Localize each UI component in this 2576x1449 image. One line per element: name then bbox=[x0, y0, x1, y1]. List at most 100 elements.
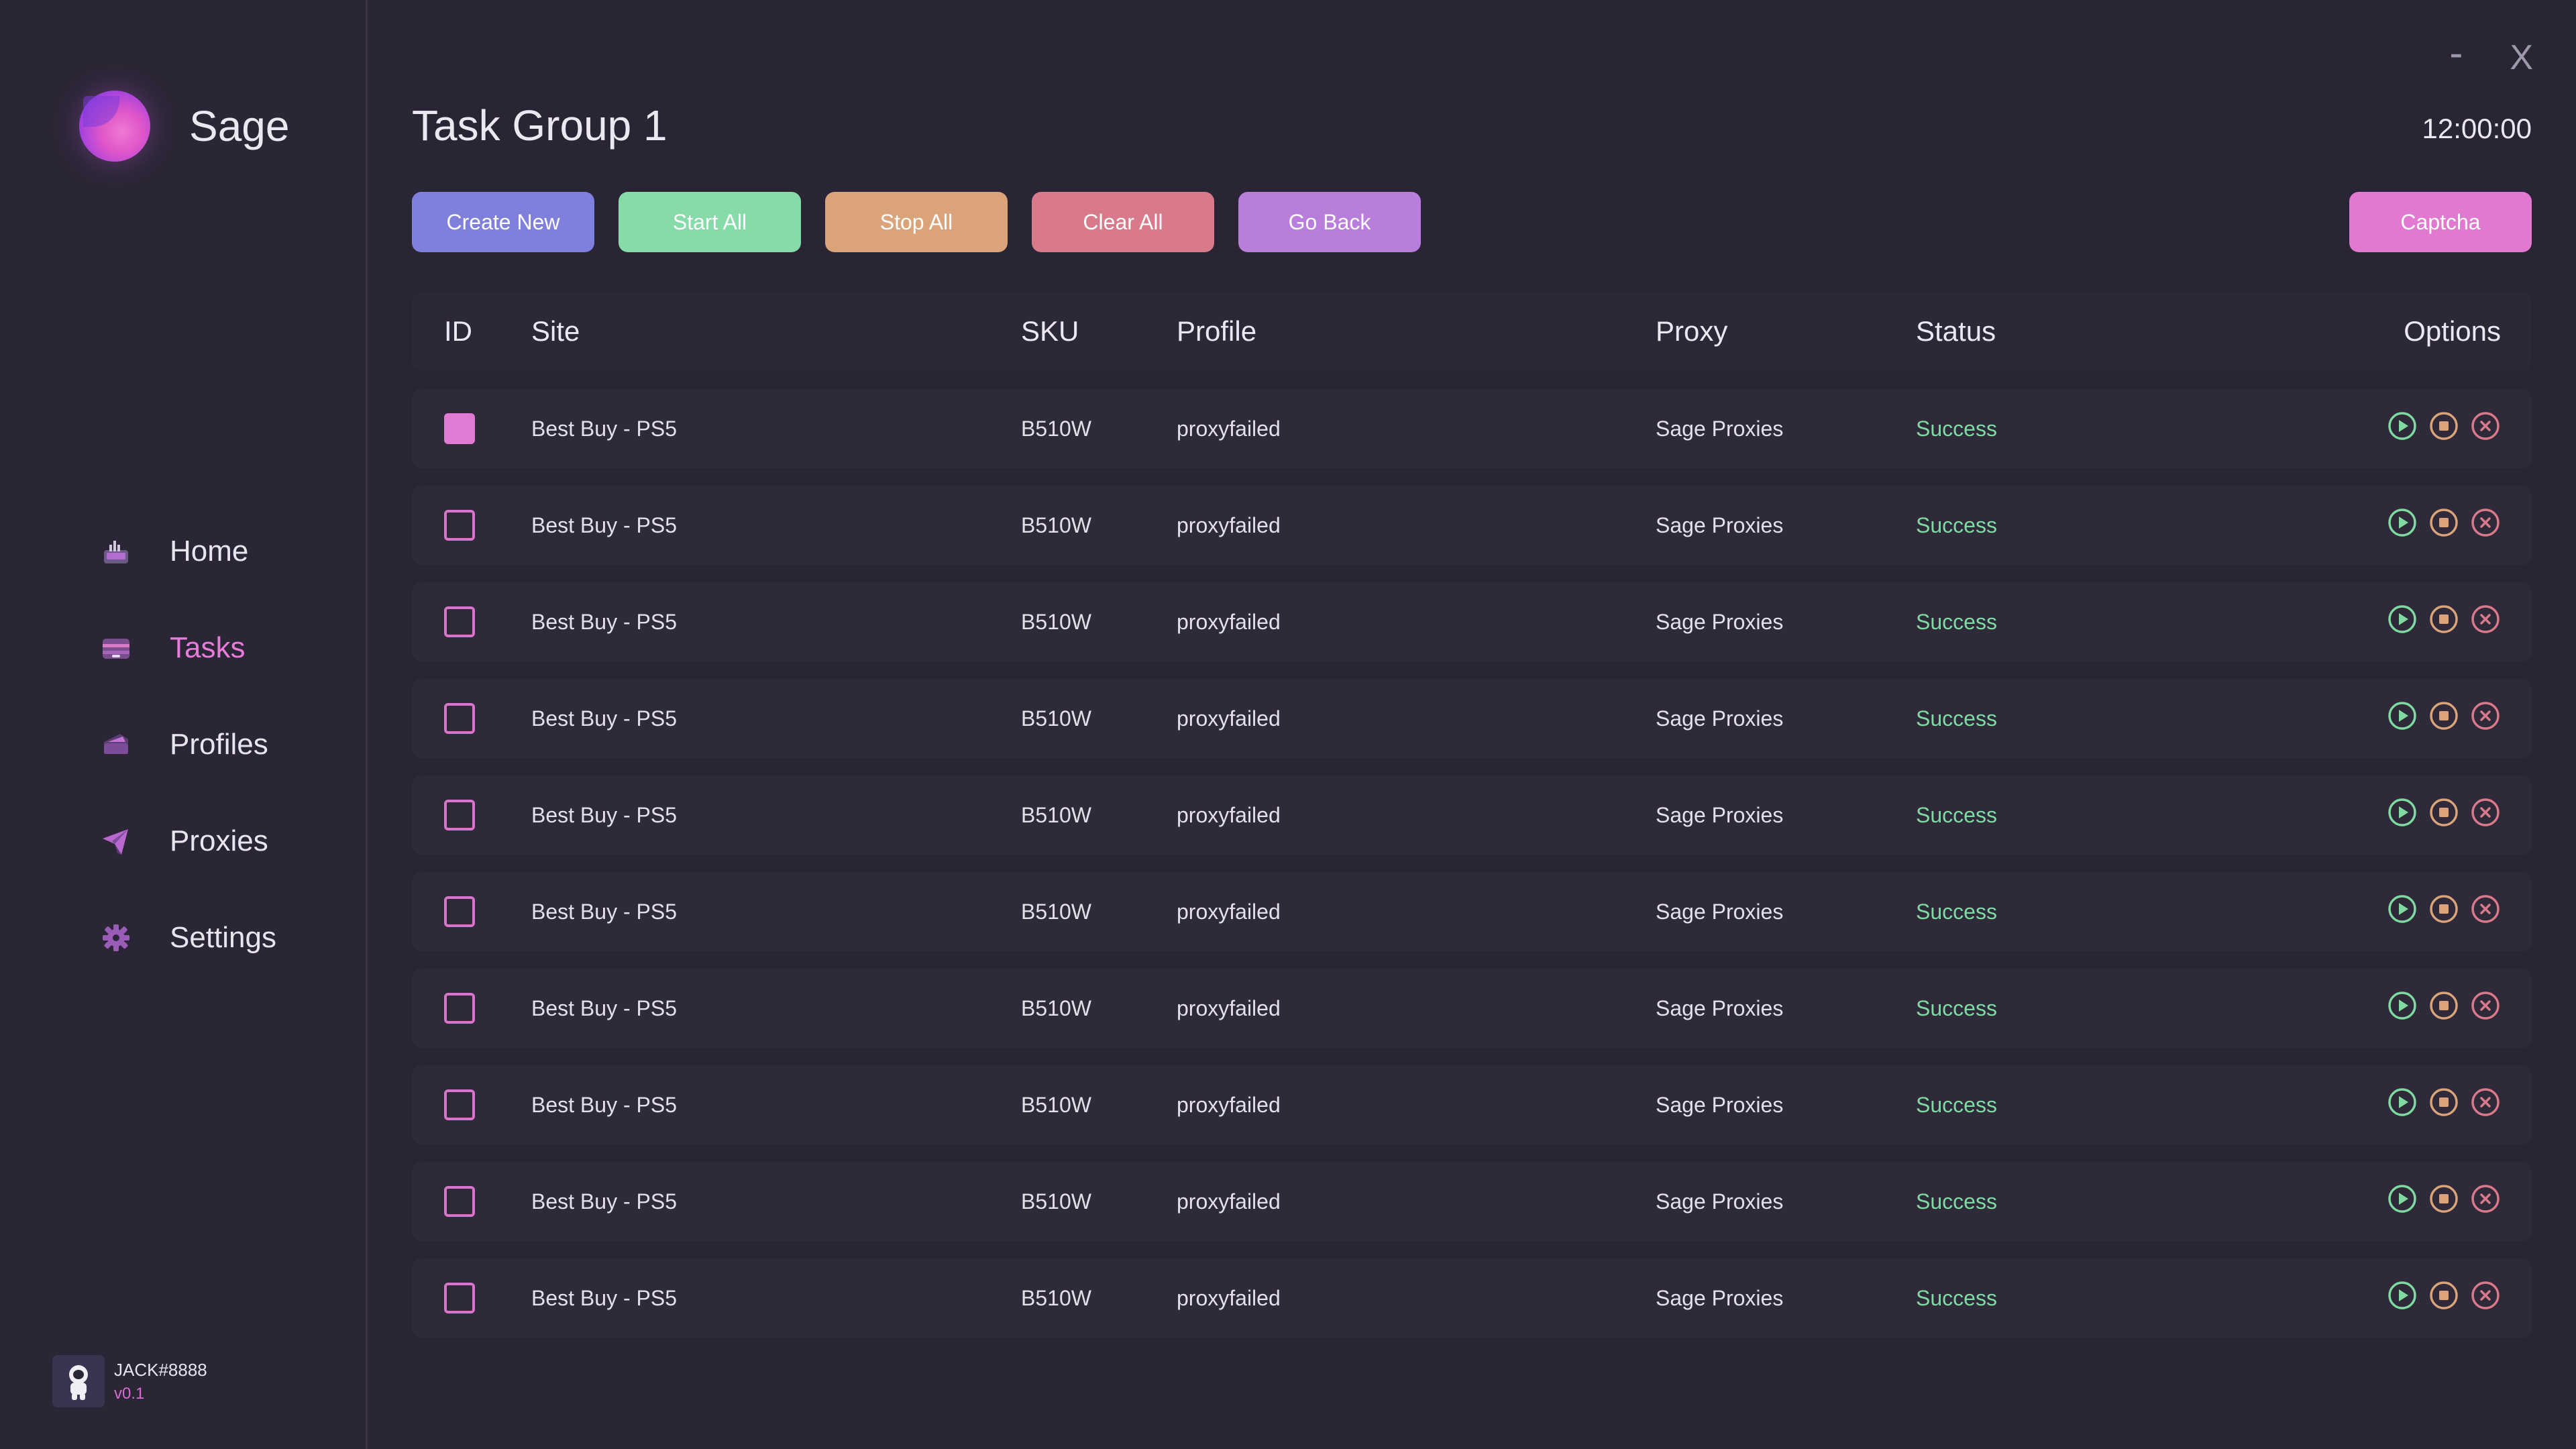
options-cell bbox=[2305, 411, 2532, 447]
play-icon[interactable] bbox=[2387, 411, 2418, 441]
status-badge: Success bbox=[1916, 1092, 1997, 1117]
proxy-cell: Sage Proxies bbox=[1656, 416, 1784, 441]
row-checkbox[interactable] bbox=[444, 1186, 475, 1217]
table-row[interactable]: Best Buy - PS5 B510W proxyfailed Sage Proxi… bbox=[412, 679, 2532, 758]
table-row[interactable]: Best Buy - PS5 B510W proxyfailed Sage Proxi… bbox=[412, 1258, 2532, 1338]
table-row[interactable]: Best Buy - PS5 B510W proxyfailed Sage Proxi… bbox=[412, 775, 2532, 855]
avatar[interactable] bbox=[52, 1355, 105, 1407]
row-checkbox[interactable] bbox=[444, 510, 475, 541]
options-cell bbox=[2305, 990, 2532, 1026]
page-title: Task Group 1 bbox=[412, 101, 667, 150]
captcha-button[interactable]: Captcha bbox=[2349, 192, 2532, 252]
site-cell: Best Buy - PS5 bbox=[531, 802, 677, 827]
row-checkbox[interactable] bbox=[444, 896, 475, 927]
stop-icon[interactable] bbox=[2428, 507, 2459, 538]
stop-icon[interactable] bbox=[2428, 1087, 2459, 1118]
stop-icon[interactable] bbox=[2428, 1183, 2459, 1214]
table-row[interactable]: Best Buy - PS5 B510W proxyfailed Sage Proxi… bbox=[412, 389, 2532, 468]
row-checkbox[interactable] bbox=[444, 606, 475, 637]
close-button[interactable]: X bbox=[2510, 40, 2533, 75]
sidebar-item-profiles[interactable]: Profiles bbox=[97, 696, 276, 793]
play-icon[interactable] bbox=[2387, 604, 2418, 635]
sku-cell: B510W bbox=[1021, 802, 1091, 827]
column-header-sku[interactable]: SKU bbox=[1021, 315, 1177, 347]
sidebar-item-proxies[interactable]: Proxies bbox=[97, 793, 276, 890]
row-checkbox[interactable] bbox=[444, 800, 475, 830]
play-icon[interactable] bbox=[2387, 1183, 2418, 1214]
delete-icon[interactable] bbox=[2470, 1087, 2501, 1118]
stop-icon[interactable] bbox=[2428, 1280, 2459, 1311]
options-cell bbox=[2305, 1280, 2532, 1316]
table-row[interactable]: Best Buy - PS5 B510W proxyfailed Sage Proxi… bbox=[412, 1162, 2532, 1241]
row-checkbox[interactable] bbox=[444, 703, 475, 734]
play-icon[interactable] bbox=[2387, 1280, 2418, 1311]
table-row[interactable]: Best Buy - PS5 B510W proxyfailed Sage Proxi… bbox=[412, 969, 2532, 1048]
column-header-status[interactable]: Status bbox=[1916, 315, 2305, 347]
status-badge: Success bbox=[1916, 996, 1997, 1020]
play-icon[interactable] bbox=[2387, 990, 2418, 1021]
column-header-profile[interactable]: Profile bbox=[1177, 315, 1656, 347]
table-row[interactable]: Best Buy - PS5 B510W proxyfailed Sage Proxi… bbox=[412, 872, 2532, 951]
astronaut-icon bbox=[69, 1365, 88, 1400]
proxy-cell: Sage Proxies bbox=[1656, 1092, 1784, 1117]
stop-icon[interactable] bbox=[2428, 604, 2459, 635]
status-badge: Success bbox=[1916, 706, 1997, 731]
stop-icon[interactable] bbox=[2428, 411, 2459, 441]
play-icon[interactable] bbox=[2387, 1087, 2418, 1118]
sidebar-item-home[interactable]: Home bbox=[97, 503, 276, 600]
app-name: Sage bbox=[189, 102, 290, 150]
proxy-cell: Sage Proxies bbox=[1656, 802, 1784, 827]
row-checkbox[interactable] bbox=[444, 1283, 475, 1313]
row-checkbox[interactable] bbox=[444, 413, 475, 444]
sidebar-item-label: Home bbox=[170, 535, 249, 568]
table-header: ID Site SKU Profile Proxy Status Options bbox=[412, 292, 2532, 370]
create-new-button[interactable]: Create New bbox=[412, 192, 594, 252]
clear-all-button[interactable]: Clear All bbox=[1032, 192, 1214, 252]
site-cell: Best Buy - PS5 bbox=[531, 416, 677, 441]
start-all-button[interactable]: Start All bbox=[619, 192, 801, 252]
profiles-icon bbox=[97, 726, 135, 763]
column-header-id[interactable]: ID bbox=[412, 315, 531, 347]
stop-all-button[interactable]: Stop All bbox=[825, 192, 1008, 252]
clock: 12:00:00 bbox=[2422, 113, 2532, 144]
delete-icon[interactable] bbox=[2470, 507, 2501, 538]
stop-icon[interactable] bbox=[2428, 700, 2459, 731]
status-cell: Success bbox=[1916, 706, 2305, 731]
table-row[interactable]: Best Buy - PS5 B510W proxyfailed Sage Proxi… bbox=[412, 1065, 2532, 1144]
delete-icon[interactable] bbox=[2470, 797, 2501, 828]
stop-icon[interactable] bbox=[2428, 894, 2459, 924]
sku-cell: B510W bbox=[1021, 1189, 1091, 1214]
go-back-button[interactable]: Go Back bbox=[1238, 192, 1421, 252]
play-icon[interactable] bbox=[2387, 797, 2418, 828]
brand: Sage bbox=[79, 91, 289, 162]
play-icon[interactable] bbox=[2387, 507, 2418, 538]
sidebar-item-settings[interactable]: Settings bbox=[97, 890, 276, 986]
delete-icon[interactable] bbox=[2470, 411, 2501, 441]
table-row[interactable]: Best Buy - PS5 B510W proxyfailed Sage Proxi… bbox=[412, 486, 2532, 565]
sku-cell: B510W bbox=[1021, 513, 1091, 537]
table-row[interactable]: Best Buy - PS5 B510W proxyfailed Sage Proxi… bbox=[412, 582, 2532, 661]
row-checkbox[interactable] bbox=[444, 1089, 475, 1120]
stop-icon[interactable] bbox=[2428, 990, 2459, 1021]
column-header-site[interactable]: Site bbox=[531, 315, 1021, 347]
delete-icon[interactable] bbox=[2470, 894, 2501, 924]
row-select-cell bbox=[412, 1186, 531, 1217]
column-header-proxy[interactable]: Proxy bbox=[1656, 315, 1916, 347]
play-icon[interactable] bbox=[2387, 894, 2418, 924]
delete-icon[interactable] bbox=[2470, 1183, 2501, 1214]
sidebar-item-tasks[interactable]: Tasks bbox=[97, 600, 276, 696]
minimize-button[interactable]: - bbox=[2449, 33, 2463, 73]
delete-icon[interactable] bbox=[2470, 1280, 2501, 1311]
play-icon[interactable] bbox=[2387, 700, 2418, 731]
proxy-cell: Sage Proxies bbox=[1656, 996, 1784, 1020]
row-select-cell bbox=[412, 413, 531, 444]
row-checkbox[interactable] bbox=[444, 993, 475, 1024]
delete-icon[interactable] bbox=[2470, 990, 2501, 1021]
status-cell: Success bbox=[1916, 1093, 2305, 1118]
status-badge: Success bbox=[1916, 609, 1997, 634]
status-cell: Success bbox=[1916, 803, 2305, 828]
stop-icon[interactable] bbox=[2428, 797, 2459, 828]
delete-icon[interactable] bbox=[2470, 700, 2501, 731]
delete-icon[interactable] bbox=[2470, 604, 2501, 635]
sidebar-item-label: Tasks bbox=[170, 631, 246, 664]
